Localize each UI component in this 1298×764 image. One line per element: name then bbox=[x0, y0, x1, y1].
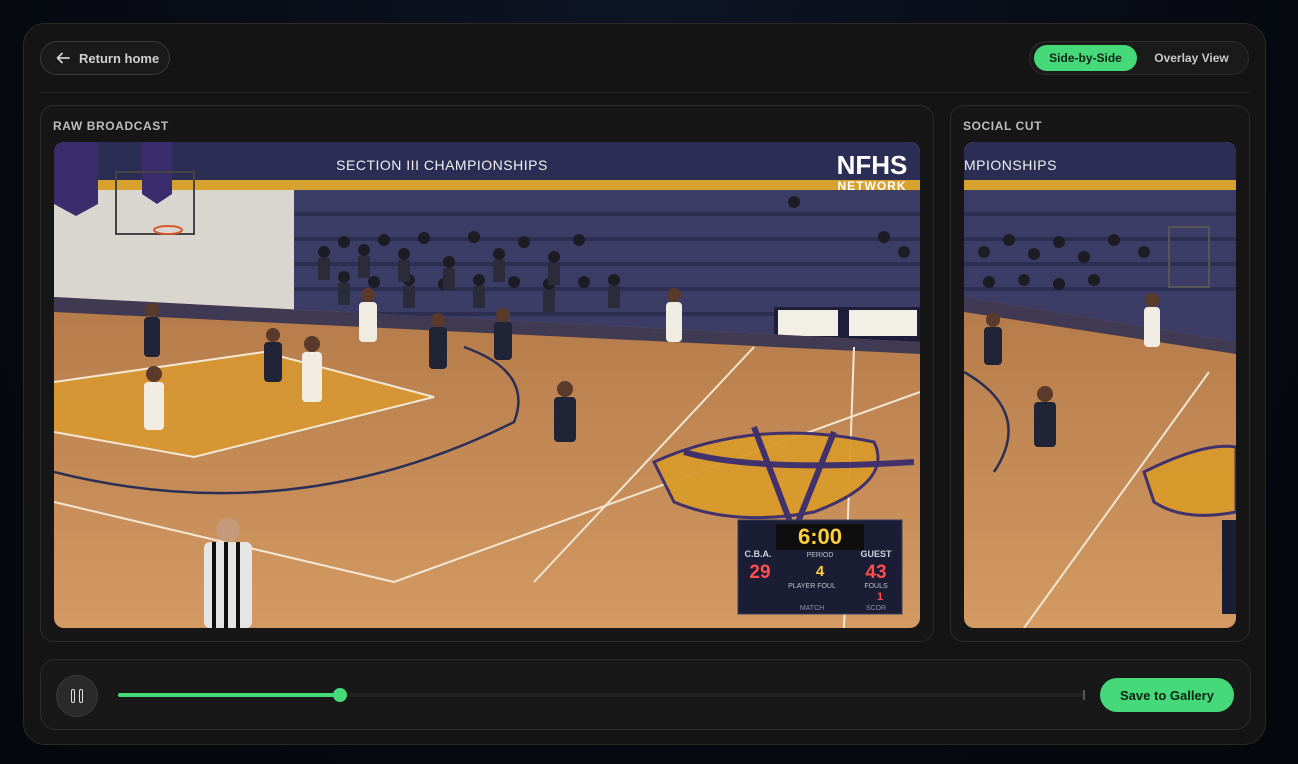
social-cut-frame: MPIONSHIPS bbox=[964, 142, 1236, 628]
scoreboard-period: 4 bbox=[816, 563, 825, 580]
editor-panel: Return home Side-by-Side Overlay View RA… bbox=[23, 23, 1266, 745]
scoreboard-home-score: 29 bbox=[749, 562, 770, 583]
social-cut-card: SOCIAL CUT MPIONSHIPS bbox=[950, 105, 1250, 642]
scoreboard-home-name: C.B.A. bbox=[745, 549, 772, 559]
scoreboard-player-foul-label: PLAYER FOUL bbox=[788, 583, 836, 590]
scrubber-end-marker bbox=[1083, 690, 1085, 700]
scoreboard-fouls-label: FOULS bbox=[864, 583, 888, 590]
scrubber-progress bbox=[118, 693, 341, 697]
header-divider bbox=[40, 92, 1249, 93]
nfhs-watermark-sub: NETWORK bbox=[838, 179, 907, 193]
playback-controls: Save to Gallery bbox=[40, 659, 1251, 730]
scoreboard-period-label: PERIOD bbox=[807, 552, 834, 559]
scoreboard: 6:00 C.B.A. PERIOD GUEST 29 4 43 PLAYER … bbox=[737, 519, 903, 615]
arrow-left-icon bbox=[55, 50, 71, 66]
raw-broadcast-frame: SECTION III CHAMPIONSHIPS NFHS NETWORK 6… bbox=[54, 142, 920, 628]
scrubber-handle[interactable] bbox=[333, 688, 348, 702]
scoreboard-score-label: SCOR bbox=[866, 605, 886, 612]
side-by-side-tab[interactable]: Side-by-Side bbox=[1034, 45, 1138, 71]
pause-button[interactable] bbox=[56, 675, 98, 717]
scoreboard-guest-fouls: 1 bbox=[877, 591, 883, 603]
pause-icon bbox=[69, 689, 85, 703]
scoreboard-match-label: MATCH bbox=[800, 605, 824, 612]
scoreboard-clock: 6:00 bbox=[798, 524, 842, 549]
pennant-left bbox=[54, 142, 98, 216]
scoreboard-guest-score: 43 bbox=[865, 562, 886, 583]
social-cut-video[interactable]: MPIONSHIPS bbox=[964, 142, 1236, 628]
social-banner: MPIONSHIPS bbox=[964, 157, 1057, 173]
scoreboard-guest-name: GUEST bbox=[860, 549, 892, 559]
championship-banner: SECTION III CHAMPIONSHIPS bbox=[336, 157, 548, 173]
save-to-gallery-button[interactable]: Save to Gallery bbox=[1100, 678, 1234, 712]
scrubber-track[interactable] bbox=[118, 688, 1085, 702]
return-home-label: Return home bbox=[79, 50, 160, 66]
return-home-button[interactable]: Return home bbox=[40, 41, 170, 75]
nfhs-watermark-title: NFHS bbox=[837, 150, 908, 180]
view-mode-toggle: Side-by-Side Overlay View bbox=[1029, 41, 1249, 75]
raw-broadcast-video[interactable]: SECTION III CHAMPIONSHIPS NFHS NETWORK 6… bbox=[54, 142, 920, 628]
raw-broadcast-label: RAW BROADCAST bbox=[53, 119, 169, 133]
social-cut-label: SOCIAL CUT bbox=[963, 119, 1043, 133]
overlay-view-tab[interactable]: Overlay View bbox=[1139, 45, 1244, 71]
raw-broadcast-card: RAW BROADCAST SECTION III CHAMPIONSHIPS … bbox=[40, 105, 934, 642]
